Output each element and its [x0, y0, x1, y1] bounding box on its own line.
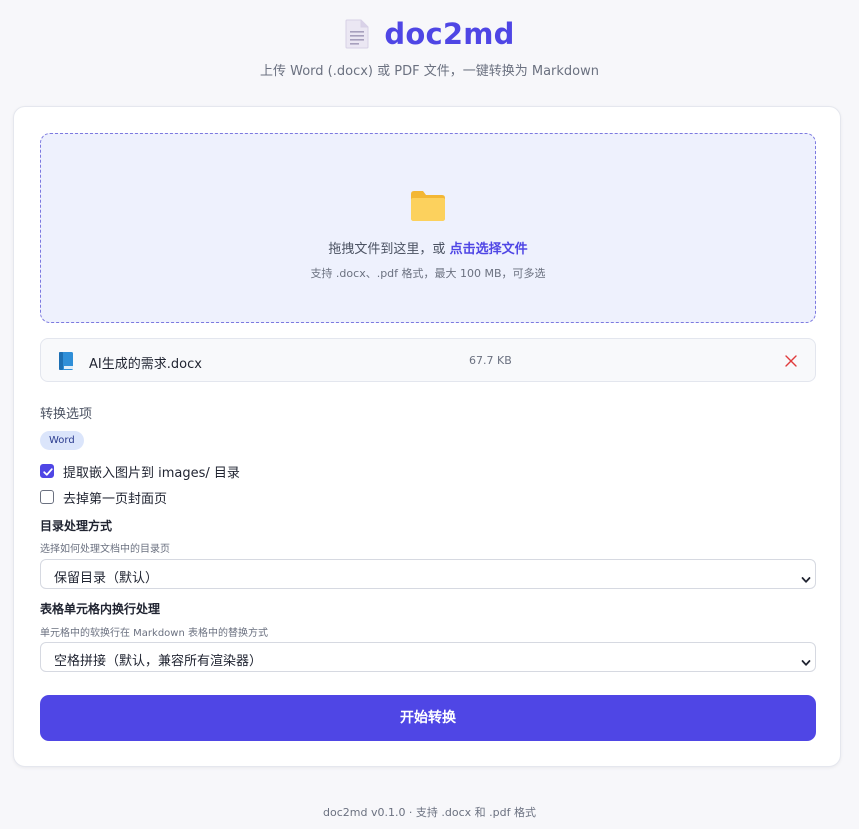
app-subtitle: 上传 Word (.docx) 或 PDF 文件，一键转换为 Markdown [260, 64, 599, 79]
chevron-down-icon [801, 570, 811, 583]
page-header: doc2md 上传 Word (.docx) 或 PDF 文件，一键转换为 Ma… [0, 0, 859, 100]
table-breaks-select-value: 空格拼接（默认，兼容所有渲染器） [54, 654, 263, 669]
dropzone-text: 拖拽文件到这里，或 点击选择文件 [41, 238, 815, 257]
file-size: 67.7 KB [469, 354, 512, 367]
remove-cover-label: 去掉第一页封面页 [63, 491, 168, 507]
table-breaks-select[interactable]: 空格拼接（默认，兼容所有渲染器） [40, 642, 816, 672]
extract-images-checkbox[interactable] [40, 464, 54, 478]
chevron-down-icon [801, 653, 811, 666]
dropzone-instruction: 拖拽文件到这里，或 [328, 242, 450, 257]
file-name: AI生成的需求.docx [89, 357, 202, 372]
extract-images-option[interactable]: 提取嵌入图片到 images/ 目录 [40, 462, 240, 481]
document-icon [344, 19, 370, 49]
page-footer: doc2md v0.1.0 · 支持 .docx 和 .pdf 格式 [322, 806, 537, 819]
title-row: doc2md [0, 14, 859, 54]
select-file-link[interactable]: 点击选择文件 [450, 242, 528, 257]
table-breaks-label: 表格单元格内换行处理 [40, 602, 161, 616]
file-list-item: AI生成的需求.docx 67.7 KB [40, 338, 816, 382]
format-badge: Word [40, 431, 84, 450]
converter-card: 拖拽文件到这里，或 点击选择文件 支持 .docx、.pdf 格式，最大 100… [13, 106, 841, 767]
toc-select[interactable]: 保留目录（默认） [40, 559, 816, 589]
dropzone-hint: 支持 .docx、.pdf 格式，最大 100 MB，可多选 [310, 267, 546, 280]
extract-images-label: 提取嵌入图片到 images/ 目录 [63, 465, 240, 481]
close-icon[interactable] [783, 353, 799, 369]
table-breaks-hint: 单元格中的软换行在 Markdown 表格中的替换方式 [40, 628, 268, 639]
toc-hint: 选择如何处理文档中的目录页 [40, 544, 170, 555]
options-title: 转换选项 [40, 407, 93, 422]
remove-cover-checkbox[interactable] [40, 490, 54, 504]
book-icon [57, 351, 75, 371]
remove-cover-option[interactable]: 去掉第一页封面页 [40, 488, 168, 507]
file-dropzone[interactable]: 拖拽文件到这里，或 点击选择文件 支持 .docx、.pdf 格式，最大 100… [40, 133, 816, 323]
app-title: doc2md [384, 17, 515, 51]
start-convert-button[interactable]: 开始转换 [40, 695, 816, 741]
folder-icon [409, 188, 447, 222]
toc-label: 目录处理方式 [40, 519, 113, 533]
toc-select-value: 保留目录（默认） [54, 571, 159, 586]
